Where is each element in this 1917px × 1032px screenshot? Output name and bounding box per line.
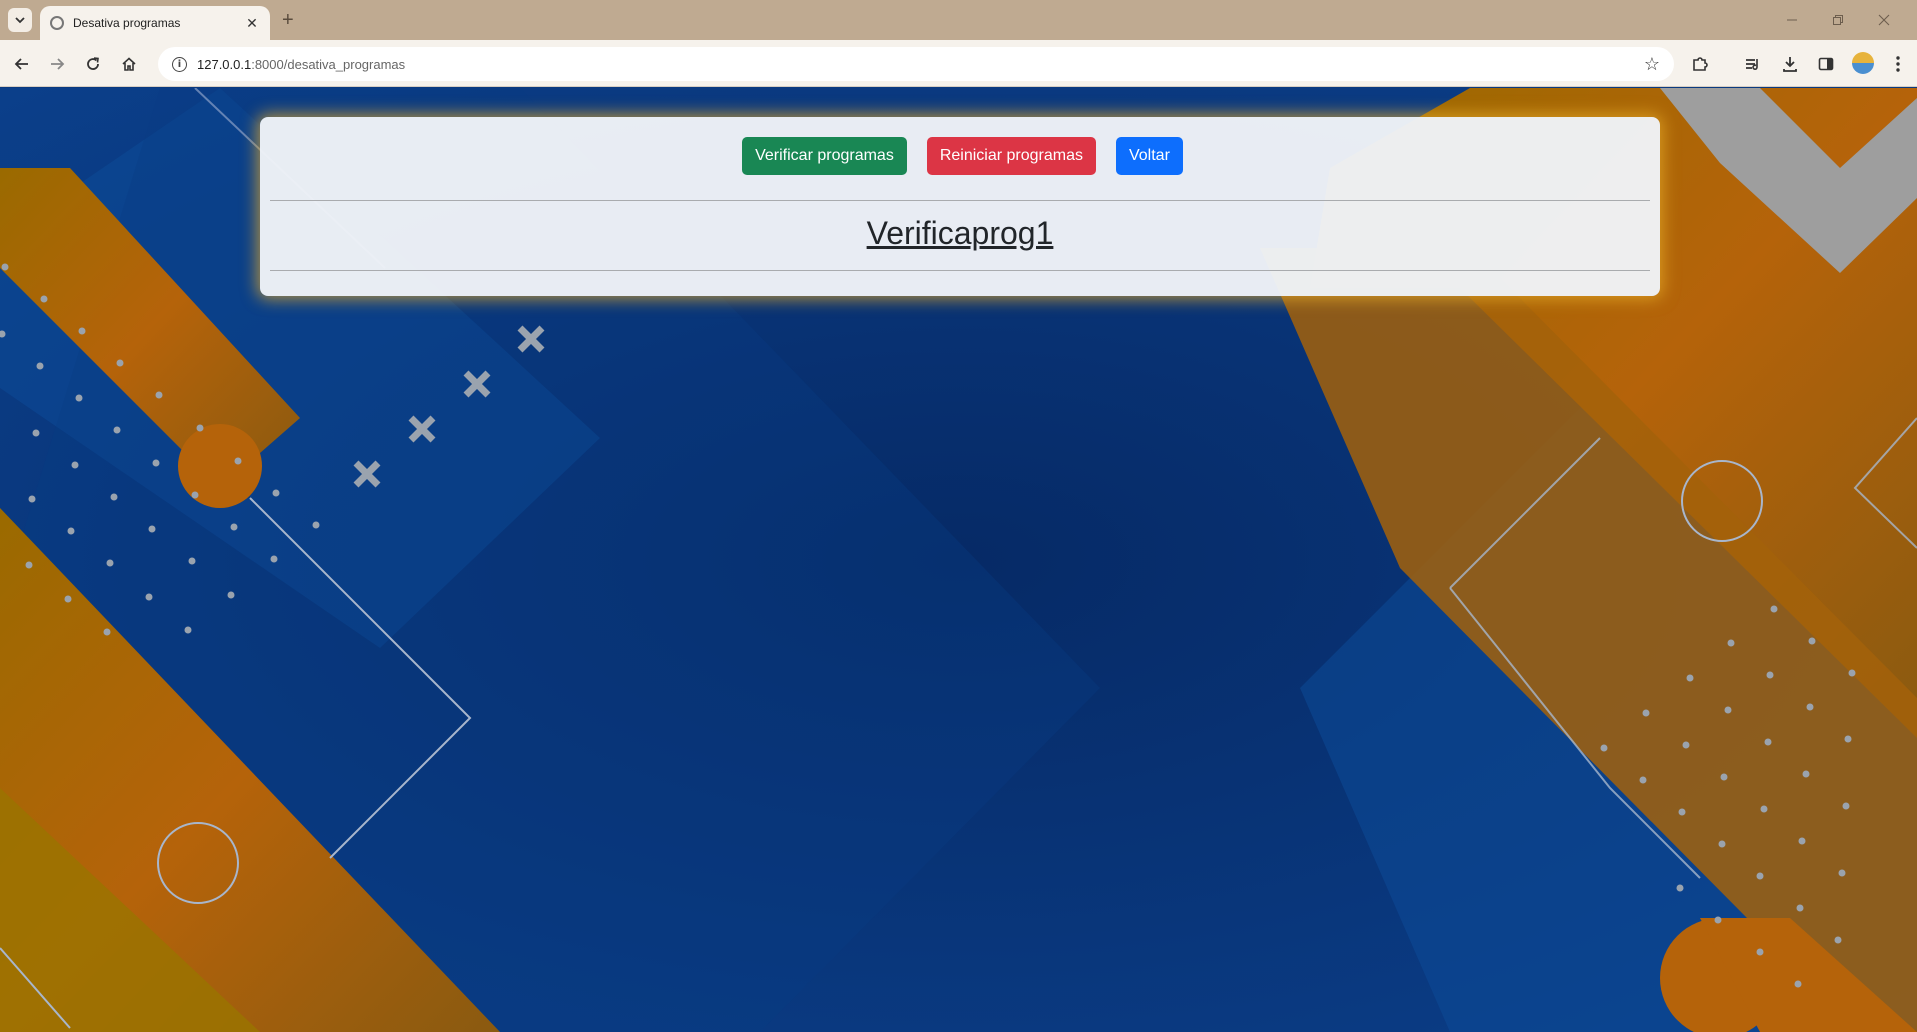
profile-avatar[interactable] — [1852, 52, 1874, 74]
home-button[interactable] — [116, 51, 142, 77]
chevron-down-icon — [15, 17, 25, 24]
side-panel-button[interactable] — [1814, 52, 1838, 76]
reload-button[interactable] — [80, 51, 106, 77]
tab-search-button[interactable] — [8, 8, 32, 32]
puzzle-icon — [1693, 57, 1708, 71]
url-path: :8000/desativa_programas — [251, 56, 406, 72]
new-tab-button[interactable]: + — [282, 9, 294, 32]
site-info-icon[interactable]: i — [172, 56, 187, 72]
back-page-button[interactable]: Voltar — [1115, 137, 1183, 175]
url-host: 127.0.0.1 — [197, 56, 252, 72]
page-viewport: Verificar programas Reiniciar programas … — [0, 88, 1917, 1032]
arrow-left-icon — [14, 58, 28, 70]
download-icon — [1783, 57, 1797, 72]
media-list-icon — [1746, 59, 1758, 71]
bookmark-star-icon[interactable]: ☆ — [1644, 54, 1660, 75]
kebab-menu-icon — [1896, 56, 1900, 72]
globe-icon — [50, 16, 64, 30]
close-icon — [1878, 14, 1890, 26]
arrow-right-icon — [51, 58, 65, 70]
window-controls — [1769, 6, 1907, 34]
menu-button[interactable] — [1886, 52, 1910, 76]
program-link[interactable]: Verificaprog1 — [260, 215, 1660, 252]
verify-programs-button[interactable]: Verificar programas — [742, 137, 907, 175]
tab-title: Desativa programas — [73, 16, 181, 30]
home-icon — [122, 57, 136, 71]
downloads-button[interactable] — [1778, 52, 1802, 76]
close-window-button[interactable] — [1861, 6, 1907, 34]
close-tab-icon[interactable]: ✕ — [244, 15, 260, 32]
address-bar[interactable]: i 127.0.0.1:8000/desativa_programas ☆ — [158, 47, 1674, 81]
divider-bottom — [270, 270, 1650, 271]
back-button[interactable] — [9, 51, 35, 77]
side-panel-icon — [1818, 57, 1834, 71]
minimize-button[interactable] — [1769, 6, 1815, 34]
programs-card: Verificar programas Reiniciar programas … — [260, 117, 1660, 296]
divider-top — [270, 200, 1650, 201]
restart-programs-button[interactable]: Reiniciar programas — [926, 137, 1096, 175]
forward-button[interactable] — [44, 51, 70, 77]
restore-icon — [1833, 15, 1843, 25]
browser-tab[interactable]: Desativa programas ✕ — [40, 6, 270, 40]
restore-button[interactable] — [1815, 6, 1861, 34]
reload-icon — [87, 57, 99, 70]
action-buttons: Verificar programas Reiniciar programas … — [260, 137, 1660, 175]
reading-list-button[interactable] — [1741, 52, 1765, 76]
browser-toolbar: i 127.0.0.1:8000/desativa_programas ☆ — [0, 40, 1917, 87]
browser-titlebar: Desativa programas ✕ + — [0, 0, 1917, 40]
url-text[interactable]: 127.0.0.1:8000/desativa_programas — [197, 57, 1644, 72]
extensions-button[interactable] — [1688, 52, 1712, 76]
minimize-icon — [1787, 19, 1797, 21]
